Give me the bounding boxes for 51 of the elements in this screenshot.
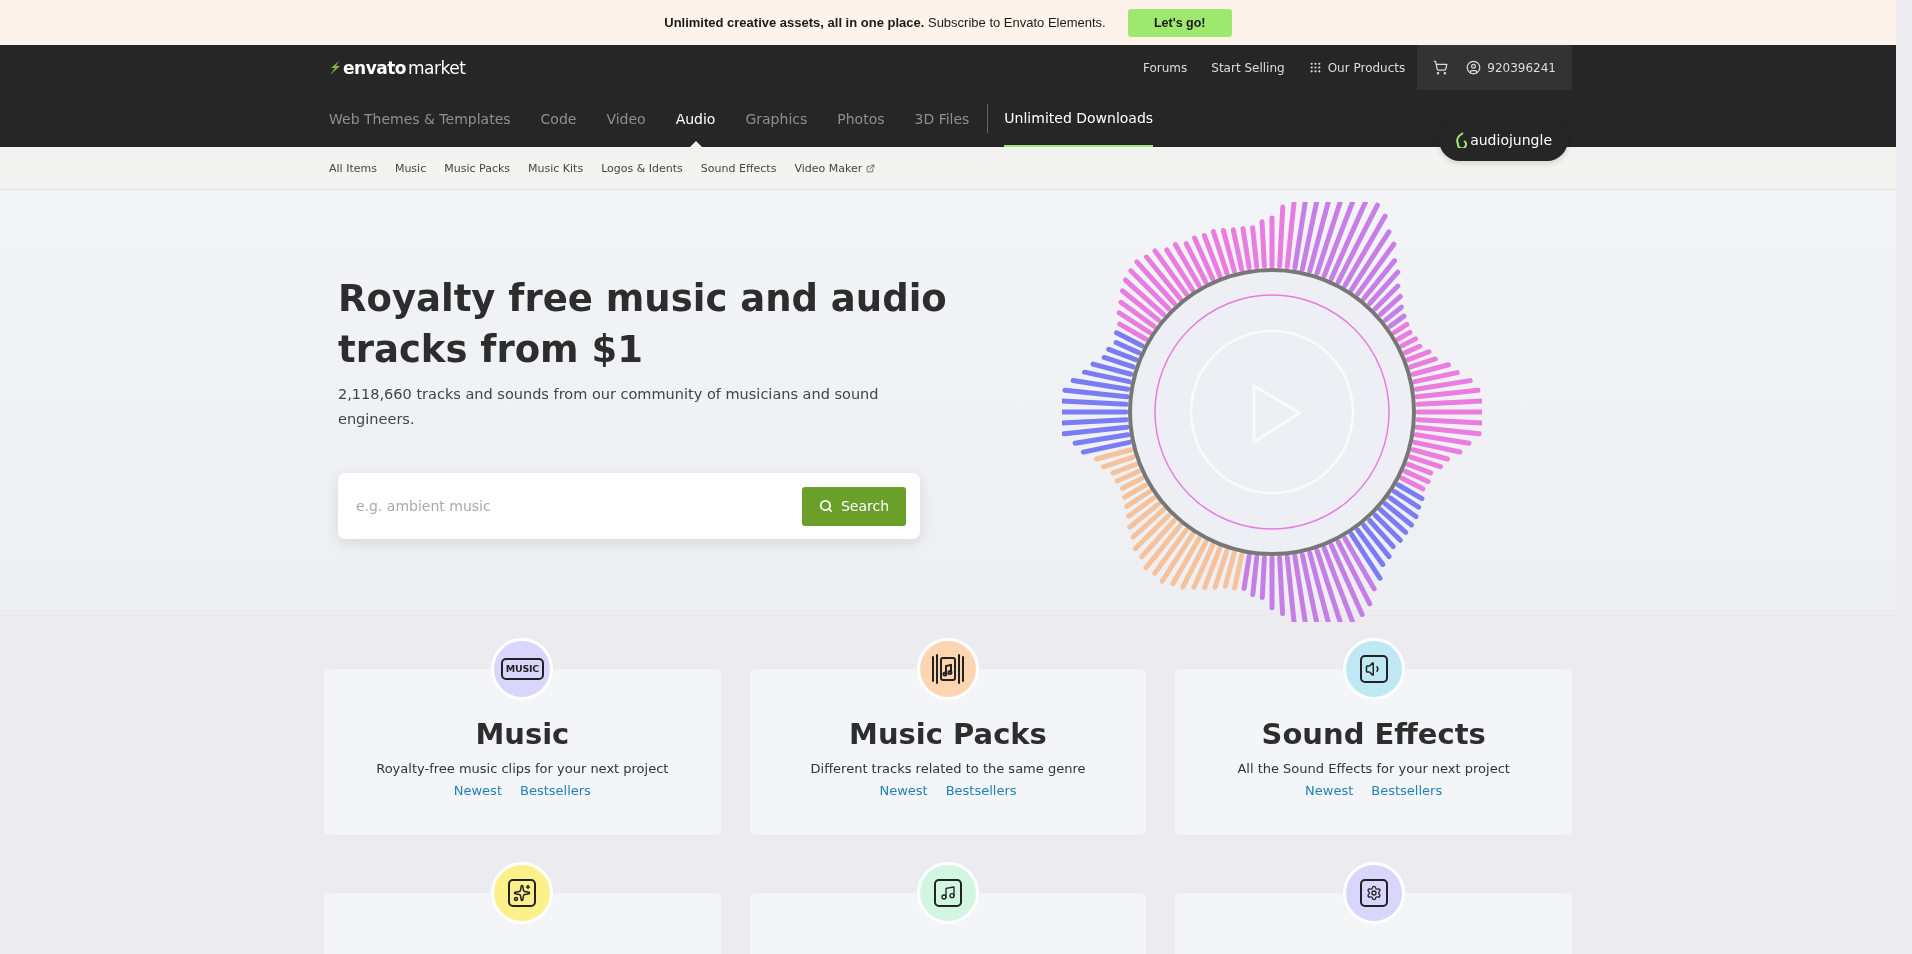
lets-go-button[interactable]: Let's go!: [1127, 8, 1232, 37]
card-description: All the Sound Effects for your next project: [1237, 761, 1510, 776]
leaf-logo-icon[interactable]: [329, 59, 341, 76]
grid-icon: [1308, 61, 1322, 74]
sub-nav-link[interactable]: Music: [394, 161, 427, 175]
logo-suffix[interactable]: market: [408, 57, 466, 78]
music-file-gear-icon: [1359, 879, 1388, 907]
hero-subtitle: 2,118,660 tracks and sounds from our community of musicians and sound engineers.: [338, 385, 880, 429]
card-description: Different tracks related to the same genre: [810, 761, 1086, 776]
category-card[interactable]: Sound Effects All the Sound Effects for your next project Newest Bestsellers: [1175, 669, 1572, 835]
card-title: Sound Effects: [1261, 716, 1486, 752]
category-tab[interactable]: Video: [606, 90, 646, 147]
sparkle-icon: [508, 879, 537, 907]
category-tab[interactable]: Graphics: [745, 90, 808, 147]
products-menu[interactable]: Our Products: [1308, 60, 1406, 75]
category-tab[interactable]: Web Themes & Templates: [329, 90, 511, 147]
sub-nav-link[interactable]: All Items: [329, 161, 377, 175]
logo-brand[interactable]: envato: [343, 57, 406, 78]
sub-nav-link[interactable]: Logos & Idents: [601, 161, 683, 175]
music-label-icon: MUSIC: [500, 658, 544, 680]
category-card[interactable]: Music Packs Different tracks related to the same genre Newest Bestsellers: [749, 669, 1147, 835]
card-title: Music Packs: [849, 716, 1047, 752]
card-title: Music: [475, 716, 570, 752]
promo-text: Unlimited creative assets, all in one place. Subscribe to Envato Elements.: [664, 15, 1106, 30]
card-link[interactable]: Newest: [879, 783, 928, 798]
category-tab[interactable]: 3D Files: [914, 90, 970, 147]
card-link[interactable]: Bestsellers: [520, 783, 591, 798]
music-note-icon: [934, 879, 962, 907]
card-link[interactable]: Newest: [453, 783, 502, 798]
sub-nav-link[interactable]: Sound Effects: [700, 161, 777, 175]
category-tab[interactable]: Photos: [837, 90, 885, 147]
search-icon: [818, 499, 833, 513]
sub-nav-link[interactable]: Music Kits: [528, 161, 584, 175]
category-tab[interactable]: Audio: [675, 90, 716, 147]
music-album-icon: [931, 653, 965, 685]
header-link[interactable]: Forums: [1143, 60, 1188, 75]
user-icon: [1466, 60, 1482, 75]
category-tab[interactable]: Code: [540, 90, 577, 147]
card-link[interactable]: Bestsellers: [945, 783, 1017, 798]
cart-icon[interactable]: [1433, 60, 1449, 75]
card-link[interactable]: Bestsellers: [1371, 783, 1443, 798]
speaker-icon: [1359, 655, 1388, 683]
sub-nav-link[interactable]: Music Packs: [444, 161, 511, 175]
card-description: Royalty-free music clips for your next project: [376, 761, 669, 776]
sub-nav-link[interactable]: Video Maker: [794, 161, 876, 175]
play-icon[interactable]: [1189, 329, 1355, 495]
header-link[interactable]: Start Selling: [1211, 60, 1285, 75]
account-link[interactable]: 920396241: [1466, 60, 1556, 75]
card-link[interactable]: Newest: [1305, 783, 1354, 798]
hero-title: Royalty free music and audio tracks from $1: [338, 276, 948, 373]
site-badge[interactable]: audiojungle: [1439, 119, 1568, 161]
